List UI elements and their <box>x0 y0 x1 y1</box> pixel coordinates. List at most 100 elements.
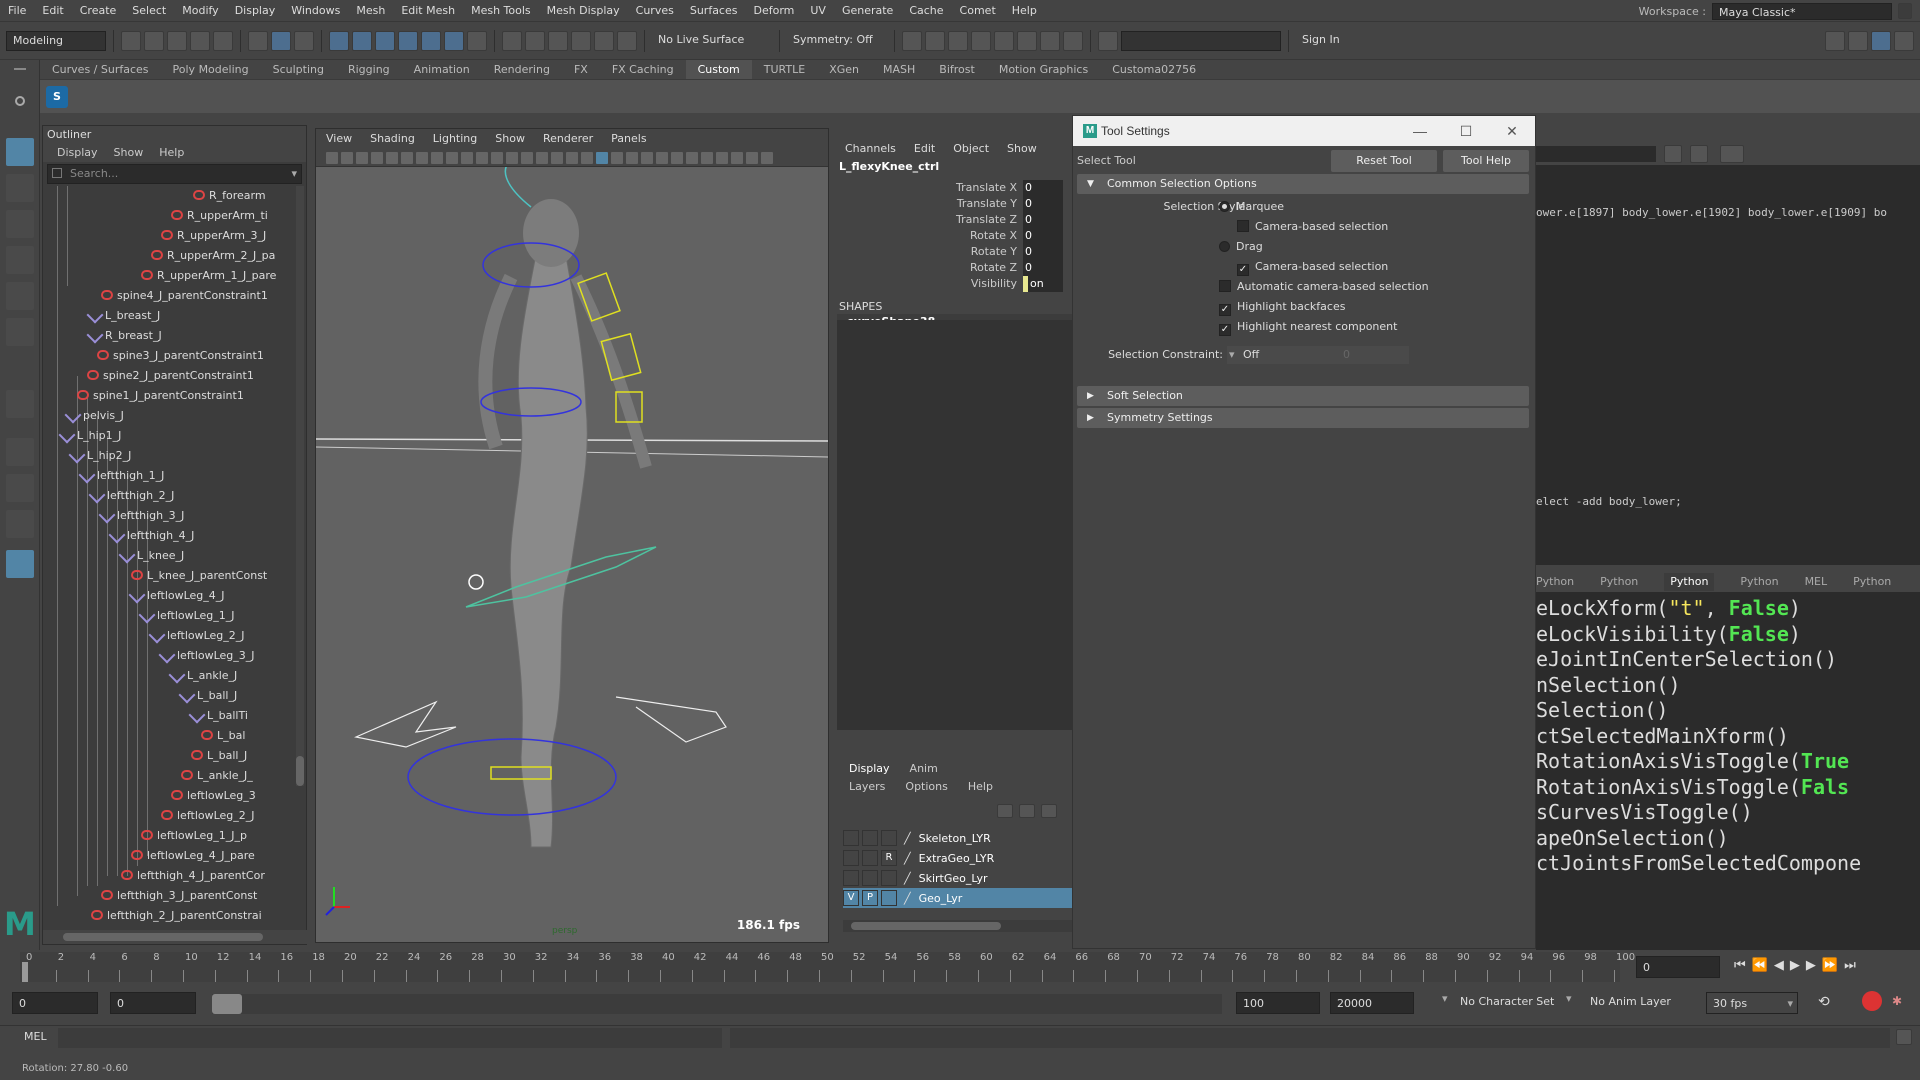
channel-value[interactable]: 0 <box>1023 228 1063 244</box>
outliner-node[interactable]: pelvis_J <box>64 406 124 426</box>
layer-p-toggle[interactable] <box>862 830 878 846</box>
tool-help-button[interactable]: Tool Help <box>1443 150 1529 172</box>
viewport-menu-item[interactable]: View <box>326 129 352 149</box>
layers-hscrollbar[interactable] <box>843 920 1072 932</box>
step-back-key-icon[interactable]: ⏪ <box>1752 958 1768 973</box>
pause-icon[interactable] <box>1063 30 1083 51</box>
shelf-tab[interactable]: Customa02756 <box>1100 60 1208 79</box>
menu-display[interactable]: Display <box>227 0 284 22</box>
outliner-node[interactable]: L_ball_J <box>191 746 247 766</box>
magnet-icon[interactable] <box>617 30 637 51</box>
layer-row[interactable]: ╱ SkirtGeo_Lyr <box>843 868 1072 888</box>
menu-deform[interactable]: Deform <box>745 0 802 22</box>
viewport-menu-item[interactable]: Show <box>495 129 525 149</box>
tool-settings-titlebar[interactable]: M Tool Settings — ☐ ✕ <box>1073 116 1535 146</box>
go-to-end-icon[interactable]: ⏭ <box>1844 958 1856 973</box>
channel-value[interactable]: 0 <box>1023 196 1063 212</box>
channel-value[interactable]: 0 <box>1023 180 1063 196</box>
snap-view-plane-icon[interactable] <box>398 30 418 51</box>
menu-mesh[interactable]: Mesh <box>348 0 393 22</box>
outliner-node[interactable]: spine3_J_parentConstraint1 <box>97 346 264 366</box>
layer-p-toggle[interactable] <box>862 850 878 866</box>
constraint-number-field[interactable]: 0 <box>1339 346 1409 364</box>
channel-menu-item[interactable]: Object <box>953 140 989 158</box>
layer-row[interactable]: R ╱ ExtraGeo_LYR <box>843 848 1072 868</box>
outliner-menu-item[interactable]: Display <box>57 144 98 162</box>
channel-value[interactable]: 0 <box>1023 260 1063 276</box>
viewport-tool-icon[interactable] <box>461 151 473 164</box>
go-to-start-icon[interactable]: ⏮ <box>1734 958 1746 973</box>
shelf-tab[interactable]: FX <box>562 60 600 79</box>
viewport-tool-icon[interactable] <box>671 151 683 164</box>
shelf-tab[interactable]: Motion Graphics <box>987 60 1100 79</box>
layer-r-toggle[interactable] <box>881 870 897 886</box>
chevron-down-icon[interactable]: ▾ <box>1442 992 1448 1005</box>
layer-p-toggle[interactable] <box>862 870 878 886</box>
channel-box-icon[interactable] <box>1894 30 1914 51</box>
symmetry-settings-frame[interactable]: ▶ Symmetry Settings <box>1077 408 1529 428</box>
outliner-node[interactable]: L_ankle_J <box>168 666 237 686</box>
history-on-icon[interactable] <box>571 30 591 51</box>
channel-box-object-name[interactable]: L_flexyKnee_ctrl <box>837 158 1072 176</box>
loop-icon[interactable]: ⟲ <box>1818 994 1830 1010</box>
shelf-tab[interactable]: XGen <box>817 60 871 79</box>
outliner-node[interactable]: L_breast_J <box>86 306 160 326</box>
shelf-tab[interactable]: Sculpting <box>261 60 336 79</box>
layer-color-icon[interactable]: ╱ <box>904 832 911 845</box>
snap-live-icon[interactable] <box>421 30 441 51</box>
channel-row[interactable]: Translate Y 0 <box>837 196 1072 212</box>
channel-menu-item[interactable]: Edit <box>914 140 935 158</box>
soft-selection-frame[interactable]: ▶ Soft Selection <box>1077 386 1529 406</box>
viewport-tool-icon[interactable] <box>611 151 623 164</box>
viewport-tool-icon[interactable] <box>701 151 713 164</box>
outliner-node[interactable]: leftlowLeg_4_J <box>128 586 225 606</box>
time-slider-track[interactable]: 0 2 4 6 8 10 12 14 16 18 20 22 24 26 28 30 32 34 36 38 40 42 4… <box>20 952 1635 982</box>
viewport-tool-icon[interactable] <box>491 151 503 164</box>
outliner-node[interactable]: spine2_J_parentConstraint1 <box>87 366 254 386</box>
workspace-dropdown[interactable]: Maya Classic* <box>1712 2 1892 20</box>
character-set-dropdown[interactable]: No Character Set <box>1460 995 1554 1008</box>
viewport-tool-icon[interactable] <box>386 151 398 164</box>
snap-point-icon[interactable] <box>375 30 395 51</box>
tab-anim[interactable]: Anim <box>910 760 938 778</box>
shelf-tab[interactable]: Poly Modeling <box>161 60 261 79</box>
menu-options[interactable]: Options <box>905 778 947 796</box>
history-off-icon[interactable] <box>594 30 614 51</box>
construction-history-icon[interactable] <box>548 30 568 51</box>
paint-select-tool-icon[interactable] <box>6 210 34 238</box>
menu-file[interactable]: File <box>0 0 34 22</box>
camera-based-checkbox-1[interactable]: Camera-based selection <box>1237 220 1388 233</box>
viewport-tool-icon[interactable] <box>596 151 608 164</box>
layer-r-toggle[interactable] <box>881 830 897 846</box>
shelf-tab[interactable]: Custom <box>685 60 752 79</box>
channel-row[interactable]: Rotate X 0 <box>837 228 1072 244</box>
toolbox-collapse-icon[interactable] <box>14 68 26 70</box>
outliner-menu-item[interactable]: Help <box>159 144 184 162</box>
shelf-tab[interactable]: FX Caching <box>600 60 686 79</box>
channel-row[interactable]: Rotate Z 0 <box>837 260 1072 276</box>
echo-icon[interactable] <box>1720 145 1744 163</box>
select-by-object-icon[interactable] <box>271 30 291 51</box>
layer-p-toggle[interactable]: P <box>862 890 878 906</box>
two-pane-layout-icon[interactable] <box>6 510 34 538</box>
viewport-tool-icon[interactable] <box>521 151 533 164</box>
modeling-toolkit-icon[interactable] <box>1825 30 1845 51</box>
viewport-tool-icon[interactable] <box>536 151 548 164</box>
script-tab[interactable]: Python <box>1740 573 1778 591</box>
outliner-node[interactable]: L_hip2_J <box>68 446 131 466</box>
menu-help[interactable]: Help <box>1004 0 1045 22</box>
outliner-node[interactable]: R_upperArm_1_J_pare <box>141 266 276 286</box>
shelf-tab[interactable]: Rendering <box>482 60 562 79</box>
viewport-tool-icon[interactable] <box>731 151 743 164</box>
hypershade-icon[interactable] <box>994 30 1014 51</box>
anim-layer-dropdown[interactable]: No Anim Layer <box>1590 995 1671 1008</box>
clear-input-icon[interactable] <box>1690 145 1708 163</box>
viewport-tool-icon[interactable] <box>416 151 428 164</box>
menu-generate[interactable]: Generate <box>834 0 901 22</box>
channel-value[interactable]: 0 <box>1023 212 1063 228</box>
script-tab[interactable]: Python <box>1600 573 1638 591</box>
outliner-node[interactable]: L_ball_J <box>178 686 237 706</box>
viewport-menu-item[interactable]: Lighting <box>433 129 477 149</box>
script-history[interactable]: ower.e[1897] body_lower.e[1902] body_low… <box>1536 165 1920 565</box>
script-editor-field[interactable] <box>1536 146 1656 162</box>
